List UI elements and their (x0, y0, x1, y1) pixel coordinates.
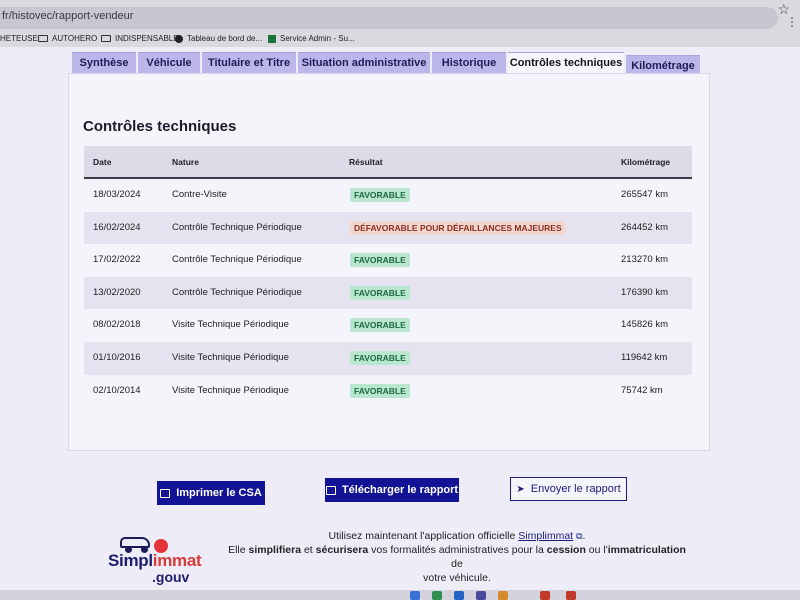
row-date: 01/10/2016 (93, 351, 141, 363)
promo-text: Utilisez maintenant l'application offici… (228, 530, 686, 584)
folder-icon (101, 35, 111, 42)
table-row: 01/10/2016 Visite Technique Périodique F… (84, 341, 692, 375)
table-row: 08/02/2018 Visite Technique Périodique F… (84, 309, 692, 342)
download-report-button[interactable]: Télécharger le rapport (325, 478, 459, 502)
table-header: Date Nature Résultat Kilométrage (84, 146, 692, 179)
app-icon[interactable] (454, 591, 464, 600)
status-badge: FAVORABLE (350, 285, 410, 300)
site-icon (268, 34, 276, 43)
row-mileage: 176390 km (621, 286, 669, 298)
printer-icon (160, 488, 171, 498)
print-csa-button[interactable]: Imprimer le CSA (157, 481, 265, 505)
app-icon[interactable] (540, 591, 550, 600)
bookmarks-bar: HETEUSE AUTOHERO INDISPENSABLE Tableau d… (0, 33, 800, 47)
send-report-button[interactable]: ➤ Envoyer le rapport (510, 477, 627, 501)
bookmark-item[interactable]: AUTOHERO (38, 34, 97, 43)
status-badge: FAVORABLE (350, 253, 410, 268)
controls-table: Date Nature Résultat Kilométrage 18/03/2… (84, 146, 692, 407)
send-arrow-icon: ➤ (516, 483, 525, 495)
address-bar[interactable]: fr/histovec/rapport-vendeur (0, 7, 778, 29)
row-nature: Contrôle Technique Périodique (172, 254, 302, 266)
table-row: 18/03/2024 Contre-Visite FAVORABLE 26554… (84, 179, 692, 212)
app-icon[interactable] (476, 591, 486, 600)
url-text: fr/histovec/rapport-vendeur (2, 10, 134, 22)
row-date: 13/02/2020 (93, 286, 141, 298)
taskbar (0, 590, 800, 600)
section-title: Contrôles techniques (83, 118, 237, 135)
row-date: 17/02/2022 (93, 254, 141, 266)
row-mileage: 119642 km (621, 351, 668, 363)
row-date: 18/03/2024 (93, 189, 141, 200)
tab-vehicule[interactable]: Véhicule (138, 52, 200, 74)
status-badge: FAVORABLE (350, 350, 410, 365)
table-row: 13/02/2020 Contrôle Technique Périodique… (84, 276, 692, 310)
status-badge: FAVORABLE (350, 318, 410, 333)
app-icon[interactable] (432, 591, 442, 600)
printer-icon (325, 485, 336, 495)
row-mileage: 264452 km (621, 221, 669, 233)
row-nature: Visite Technique Périodique (172, 351, 289, 363)
logo-wordmark: Simplimmat (108, 551, 202, 570)
table-row: 16/02/2024 Contrôle Technique Périodique… (84, 211, 692, 245)
row-mileage: 265547 km (621, 189, 669, 200)
site-icon (175, 34, 183, 43)
row-mileage: 213270 km (621, 254, 669, 266)
row-date: 02/10/2014 (93, 384, 141, 396)
row-mileage: 145826 km (621, 319, 669, 331)
bookmark-item[interactable]: INDISPENSABLE (101, 34, 179, 43)
row-mileage: 75742 km (621, 384, 663, 396)
column-header: Kilométrage (621, 157, 671, 167)
column-header: Résultat (349, 157, 383, 167)
bookmark-item[interactable]: Tableau de bord de... (175, 34, 262, 43)
tab-titulaire[interactable]: Titulaire et Titre (202, 52, 296, 74)
folder-icon (38, 35, 48, 42)
bookmark-item[interactable]: HETEUSE (0, 34, 38, 43)
table-row: 17/02/2022 Contrôle Technique Périodique… (84, 244, 692, 277)
tab-situation[interactable]: Situation administrative (298, 52, 430, 74)
row-date: 16/02/2024 (93, 221, 141, 233)
app-icon[interactable] (566, 591, 576, 600)
status-badge: FAVORABLE (350, 188, 410, 202)
column-header: Date (93, 157, 112, 167)
more-menu-icon[interactable]: ⋮ (786, 15, 798, 29)
status-badge: FAVORABLE (350, 383, 410, 398)
row-nature: Visite Technique Périodique (172, 319, 289, 331)
row-nature: Contrôle Technique Périodique (172, 286, 302, 298)
column-header: Nature (172, 157, 199, 167)
browser-toolbar: fr/histovec/rapport-vendeur ☆ ⋮ (0, 0, 800, 33)
content-panel: Contrôles techniques Date Nature Résulta… (68, 73, 710, 451)
row-date: 08/02/2018 (93, 319, 141, 331)
row-nature: Visite Technique Périodique (172, 384, 289, 396)
bookmark-item[interactable]: Service Admin - Su... (268, 34, 355, 43)
simplimmat-logo[interactable]: Simplimmat .gouv (108, 527, 202, 591)
logo-domain: .gouv (152, 569, 190, 585)
table-row: 02/10/2014 Visite Technique Périodique F… (84, 375, 692, 408)
report-page: Synthèse Véhicule Titulaire et Titre Sit… (0, 47, 800, 600)
simplimmat-link[interactable]: Simplimmat (518, 530, 573, 542)
app-icon[interactable] (498, 591, 508, 600)
tab-synthese[interactable]: Synthèse (72, 52, 136, 74)
tab-historique[interactable]: Historique (432, 52, 506, 74)
row-nature: Contrôle Technique Périodique (172, 221, 302, 233)
app-icon[interactable] (410, 591, 420, 600)
status-badge: DÉFAVORABLE POUR DÉFAILLANCES MAJEURES (350, 220, 566, 235)
row-nature: Contre-Visite (172, 189, 227, 200)
